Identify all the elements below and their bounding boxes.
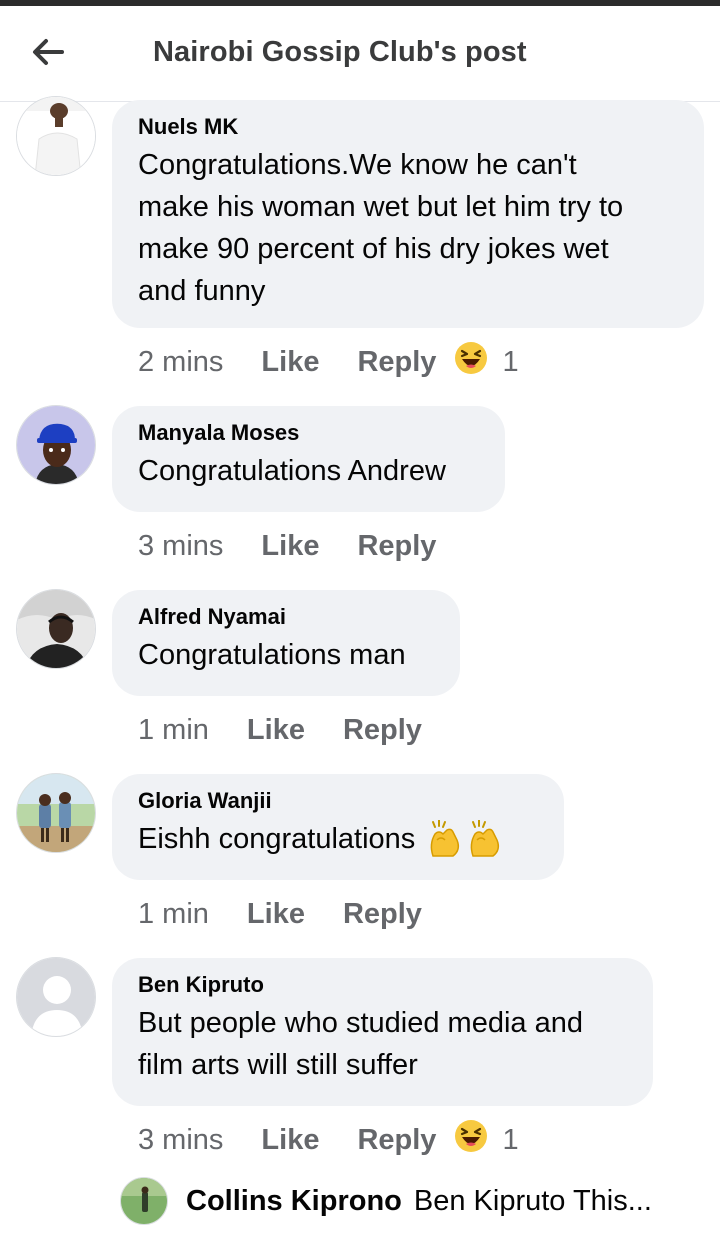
clapping-hands-emoji — [427, 820, 463, 858]
comment-author[interactable]: Gloria Wanjii — [138, 788, 538, 814]
comment-text-line: film arts will still suffer — [138, 1049, 418, 1081]
clapping-hands-emoji — [467, 820, 503, 858]
like-button[interactable]: Like — [247, 898, 305, 931]
haha-reaction-icon — [454, 341, 488, 383]
comment-actions: 1 min Like Reply — [138, 894, 422, 934]
avatar-nuels-mk[interactable] — [16, 96, 96, 176]
reply-snippet[interactable]: Ben Kipruto This... — [414, 1185, 652, 1218]
comment-text-line: Congratulations.We know he can't — [138, 149, 577, 181]
reaction-summary[interactable]: 1 — [454, 1119, 519, 1161]
avatar-manyala-moses[interactable] — [16, 405, 96, 485]
comment-bubble[interactable]: Manyala Moses Congratulations Andrew — [112, 406, 505, 512]
reaction-summary[interactable]: 1 — [454, 341, 519, 383]
reply-button[interactable]: Reply — [357, 530, 436, 563]
comment-author[interactable]: Alfred Nyamai — [138, 604, 434, 630]
reaction-count: 1 — [502, 1123, 519, 1156]
comment-actions: 2 mins Like Reply 1 — [138, 342, 519, 382]
like-button[interactable]: Like — [247, 714, 305, 747]
comment-text: But people who studied media and film ar… — [138, 1002, 627, 1086]
comment-actions: 3 mins Like Reply — [138, 526, 436, 566]
comment-time[interactable]: 3 mins — [138, 1124, 223, 1157]
comment-text: Eishh congratulations — [138, 818, 538, 860]
arrow-left-icon — [31, 38, 65, 71]
comment-text: Congratulations man — [138, 639, 406, 671]
reply-button[interactable]: Reply — [343, 714, 422, 747]
comment-author[interactable]: Ben Kipruto — [138, 972, 627, 998]
reply-preview[interactable]: Collins Kiprono Ben Kipruto This... — [120, 1176, 652, 1226]
avatar-alfred-nyamai[interactable] — [16, 589, 96, 669]
comment-text-line: and funny — [138, 275, 266, 307]
comment-bubble[interactable]: Ben Kipruto But people who studied media… — [112, 958, 653, 1106]
like-button[interactable]: Like — [261, 346, 319, 379]
like-button[interactable]: Like — [261, 530, 319, 563]
comment-bubble[interactable]: Gloria Wanjii Eishh congratulations — [112, 774, 564, 880]
avatar-collins-kiprono[interactable] — [120, 1177, 168, 1225]
avatar-ben-kipruto[interactable] — [16, 957, 96, 1037]
reply-button[interactable]: Reply — [357, 346, 436, 379]
reply-author[interactable]: Collins Kiprono — [186, 1185, 402, 1218]
like-button[interactable]: Like — [261, 1124, 319, 1157]
comment-text-content: Eishh congratulations — [138, 823, 416, 855]
reply-button[interactable]: Reply — [343, 898, 422, 931]
comment-time[interactable]: 1 min — [138, 898, 209, 931]
comment-actions: 1 min Like Reply — [138, 710, 422, 750]
back-button[interactable] — [22, 28, 74, 80]
comment-time[interactable]: 3 mins — [138, 530, 223, 563]
post-header: Nairobi Gossip Club's post — [0, 6, 720, 102]
comment-time[interactable]: 1 min — [138, 714, 209, 747]
comment-actions: 3 mins Like Reply 1 — [138, 1120, 519, 1160]
comment-time[interactable]: 2 mins — [138, 346, 223, 379]
comment-text-line: make his woman wet but let him try to — [138, 191, 624, 223]
reply-button[interactable]: Reply — [357, 1124, 436, 1157]
haha-reaction-icon — [454, 1119, 488, 1161]
comment-text: Congratulations.We know he can't make hi… — [138, 144, 678, 312]
comment-bubble[interactable]: Alfred Nyamai Congratulations man — [112, 590, 460, 696]
comment-author[interactable]: Nuels MK — [138, 114, 678, 140]
comment-author[interactable]: Manyala Moses — [138, 420, 479, 446]
page-title: Nairobi Gossip Club's post — [153, 36, 527, 68]
comment-text: Congratulations Andrew — [138, 455, 446, 487]
comment-bubble[interactable]: Nuels MK Congratulations.We know he can'… — [112, 100, 704, 328]
avatar-gloria-wanjii[interactable] — [16, 773, 96, 853]
comment-text-line: make 90 percent of his dry jokes wet — [138, 233, 609, 265]
comment-text-line: But people who studied media and — [138, 1007, 583, 1039]
reaction-count: 1 — [502, 345, 519, 378]
